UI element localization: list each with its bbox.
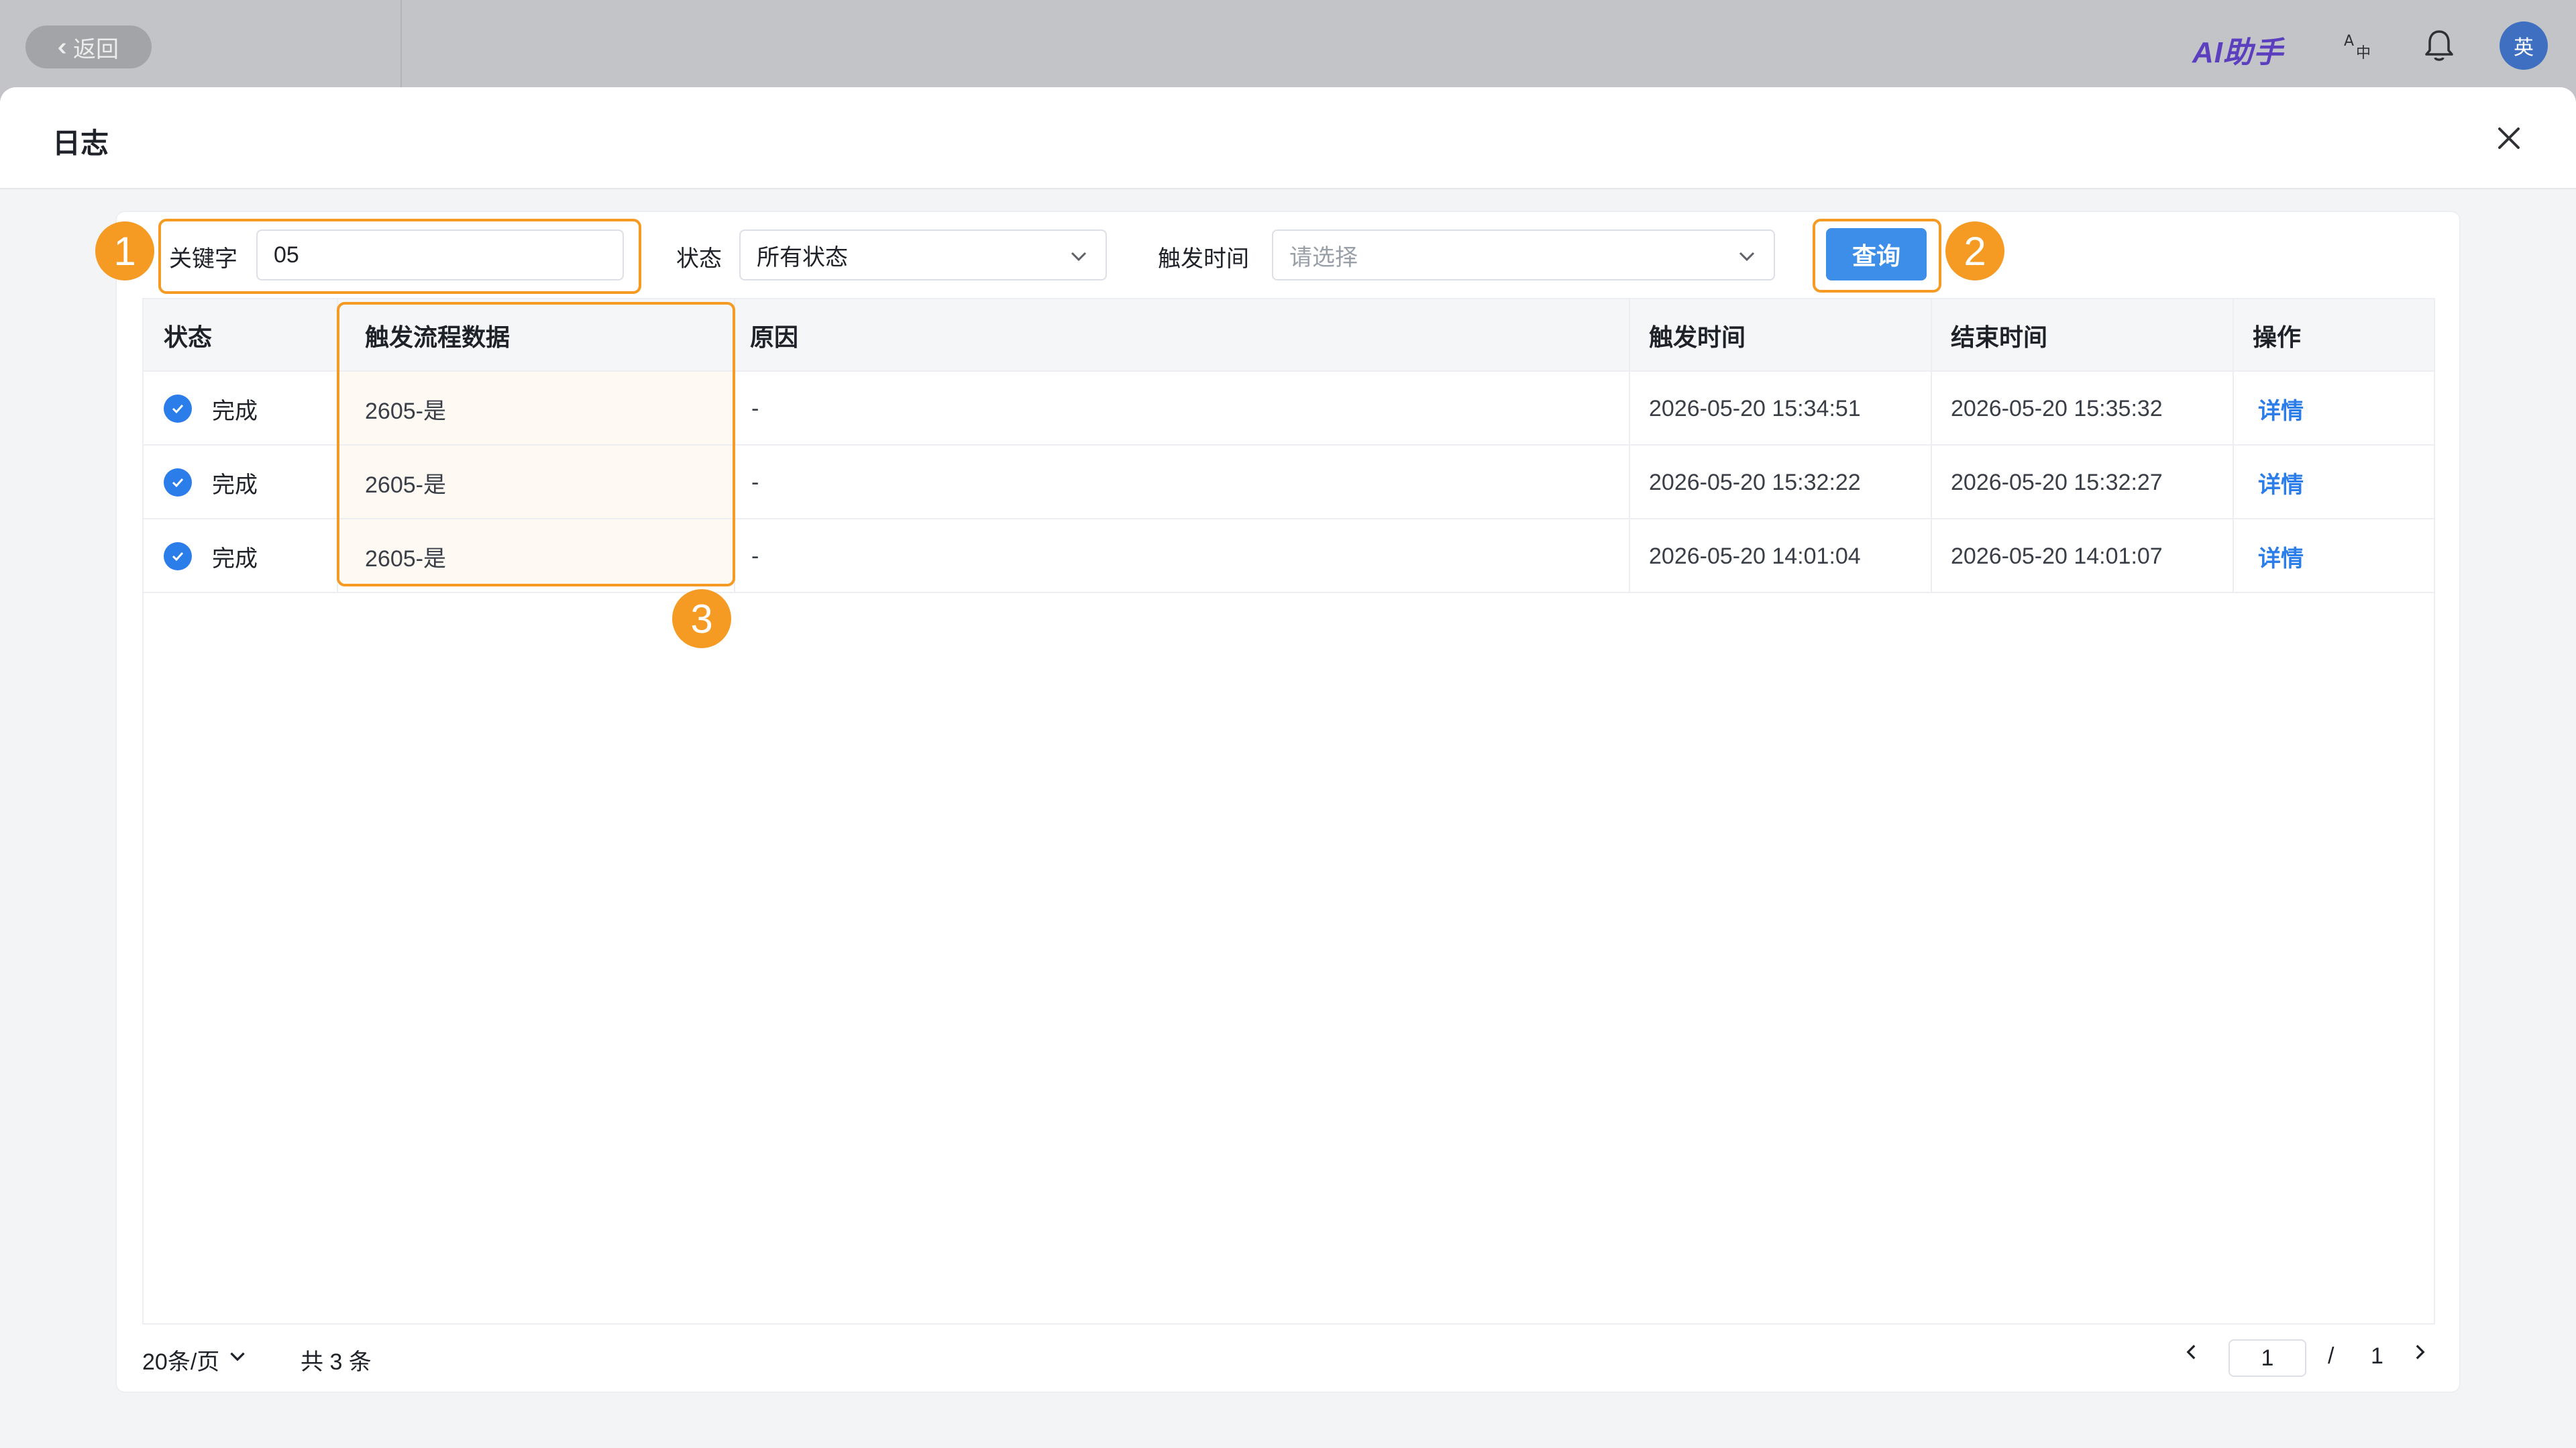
ai-assistant-button[interactable]: AI助手 [2192, 28, 2284, 71]
action-cell: 详情 [2258, 372, 2304, 446]
total-count: 共 3 条 [301, 1349, 372, 1375]
status-filter-label: 状态 [676, 246, 722, 272]
modal-header: 日志 [0, 87, 2576, 189]
end-time-cell: 2026-05-20 14:01:07 [1951, 543, 2163, 569]
close-icon[interactable] [2490, 119, 2528, 157]
translate-icon[interactable]: A中 [2340, 27, 2377, 64]
callout-box-flow-data [337, 302, 735, 586]
detail-link[interactable]: 详情 [2258, 393, 2304, 425]
trigger-time-cell: 2026-05-20 15:34:51 [1649, 395, 1861, 421]
status-text: 完成 [212, 546, 258, 572]
top-bar: ‹‹ 返回 AI助手 A中 英 [0, 0, 2576, 87]
avatar[interactable]: 英 [2500, 21, 2548, 70]
back-button[interactable]: ‹‹ 返回 [25, 25, 152, 68]
end-time-cell: 2026-05-20 15:35:32 [1951, 395, 2163, 421]
page-separator: / [2328, 1343, 2334, 1369]
end-time-cell: 2026-05-20 15:32:27 [1951, 469, 2163, 495]
check-circle-icon [164, 468, 192, 497]
status-text: 完成 [212, 472, 258, 498]
callout-number-2: 2 [1945, 221, 2004, 280]
reason-cell: - [751, 543, 759, 569]
next-page-button[interactable] [2408, 1341, 2431, 1369]
topbar-divider [400, 0, 402, 87]
page-size-value: 20条/页 [142, 1349, 220, 1375]
callout-number-3: 3 [672, 589, 731, 648]
header-reason: 原因 [750, 323, 799, 351]
header-end-time: 结束时间 [1951, 323, 2048, 351]
callout-box-query [1813, 219, 1941, 293]
trigger-time-cell: 2026-05-20 15:32:22 [1649, 469, 1861, 495]
status-cell: 完成 [164, 519, 258, 593]
bell-icon[interactable] [2420, 27, 2458, 64]
action-cell: 详情 [2258, 519, 2304, 593]
page-number-input[interactable]: 1 [2229, 1339, 2306, 1377]
detail-link[interactable]: 详情 [2258, 540, 2304, 573]
prev-page-button[interactable] [2180, 1341, 2203, 1369]
status-cell: 完成 [164, 446, 258, 519]
chevron-down-icon [1736, 246, 1758, 273]
trigger-time-placeholder: 请选择 [1289, 244, 1358, 270]
status-text: 完成 [212, 398, 258, 424]
chevron-down-icon [226, 1345, 249, 1374]
reason-cell: - [751, 469, 759, 495]
chevron-down-icon [1068, 246, 1089, 273]
detail-link[interactable]: 详情 [2258, 466, 2304, 499]
status-select-value: 所有状态 [757, 244, 848, 270]
back-label: 返回 [73, 36, 119, 62]
svg-text:中: 中 [2356, 45, 2371, 62]
page-size-select[interactable]: 20条/页 [142, 1343, 249, 1376]
header-trigger-time: 触发时间 [1649, 323, 1746, 351]
modal-title: 日志 [52, 127, 109, 159]
check-circle-icon [164, 395, 192, 423]
trigger-time-cell: 2026-05-20 14:01:04 [1649, 543, 1861, 569]
total-pages: 1 [2371, 1343, 2383, 1369]
action-cell: 详情 [2258, 446, 2304, 519]
svg-text:A: A [2344, 33, 2354, 50]
status-select[interactable]: 所有状态 [739, 229, 1107, 280]
chevron-left-icon [2180, 1343, 2203, 1369]
reason-cell: - [751, 395, 759, 421]
status-cell: 完成 [164, 372, 258, 446]
header-status: 状态 [164, 323, 213, 351]
header-action: 操作 [2253, 323, 2302, 351]
chevron-right-icon [2408, 1343, 2431, 1369]
trigger-time-picker[interactable]: 请选择 [1272, 229, 1775, 280]
check-circle-icon [164, 542, 192, 570]
callout-box-keyword [158, 219, 641, 294]
trigger-time-label: 触发时间 [1158, 246, 1249, 272]
callout-number-1: 1 [95, 221, 154, 280]
